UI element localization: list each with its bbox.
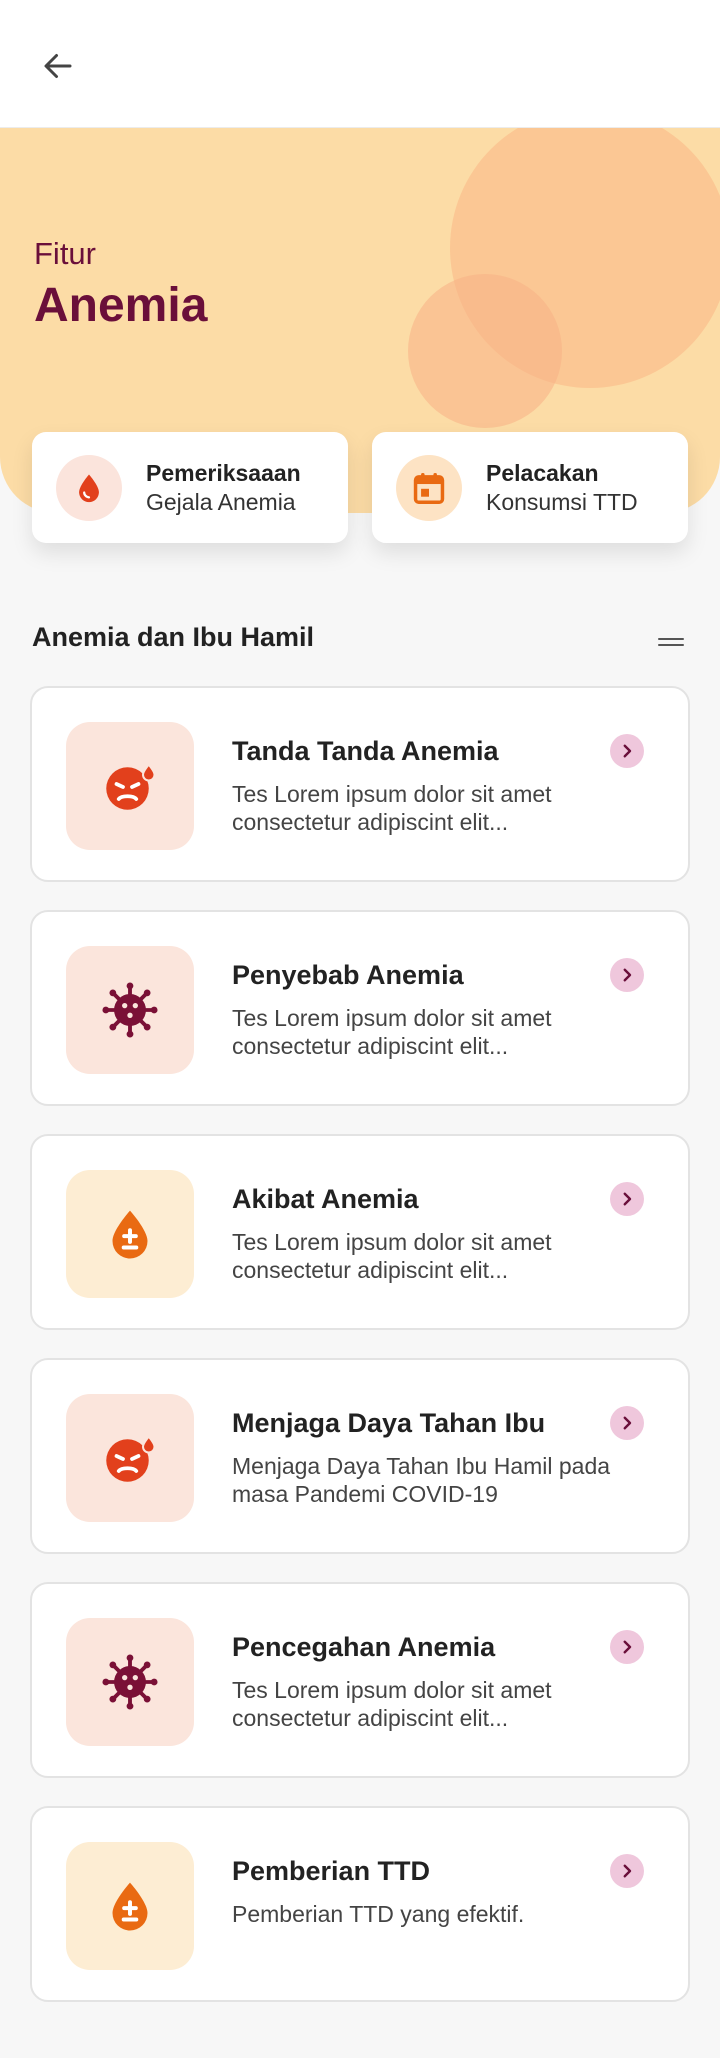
virus-icon — [102, 1654, 158, 1710]
back-button[interactable] — [30, 38, 86, 94]
chevron-right-icon — [623, 1416, 632, 1430]
chevron-right-icon — [623, 1864, 632, 1878]
hero-subtitle: Fitur — [34, 236, 96, 271]
list-item-tanda-anemia[interactable]: Tanda Tanda Anemia Tes Lorem ipsum dolor… — [30, 686, 690, 882]
section-title: Anemia dan Ibu Hamil — [32, 622, 315, 652]
sick-face-icon — [106, 763, 156, 810]
item-description: Pemberian TTD yang efektif. — [232, 1901, 525, 1927]
top-app-bar — [0, 0, 720, 128]
item-description: Tes Lorem ipsum dolor sit amet consectet… — [232, 781, 552, 835]
feature-card-pelacakan[interactable]: Pelacakan Konsumsi TTD — [372, 432, 688, 543]
menu-icon[interactable] — [658, 630, 684, 654]
chevron-right-button[interactable] — [610, 1630, 644, 1664]
item-title: Penyebab Anemia — [232, 960, 464, 990]
list-item-pencegahan-anemia[interactable]: Pencegahan Anemia Tes Lorem ipsum dolor … — [30, 1582, 690, 1778]
feature-card-pemeriksaan[interactable]: Pemeriksaaan Gejala Anemia — [32, 432, 348, 543]
feature-subtitle: Konsumsi TTD — [486, 488, 638, 515]
item-icon-badge — [66, 1618, 194, 1746]
feature-subtitle: Gejala Anemia — [146, 488, 296, 515]
list-item-penyebab-anemia[interactable]: Penyebab Anemia Tes Lorem ipsum dolor si… — [30, 910, 690, 1106]
feature-icon-badge — [396, 454, 462, 521]
decorative-circle — [408, 274, 562, 428]
feature-title: Pelacakan — [486, 459, 599, 486]
chevron-right-icon — [623, 1640, 632, 1654]
feature-icon-badge — [56, 454, 122, 521]
item-description: Tes Lorem ipsum dolor sit amet consectet… — [232, 1677, 552, 1731]
chevron-right-button[interactable] — [610, 1406, 644, 1440]
chevron-right-button[interactable] — [610, 734, 644, 768]
item-icon-badge — [66, 946, 194, 1074]
item-icon-badge — [66, 1170, 194, 1298]
list-item-pemberian-ttd[interactable]: Pemberian TTD Pemberian TTD yang efektif… — [30, 1806, 690, 2002]
item-description: Tes Lorem ipsum dolor sit amet consectet… — [232, 1229, 552, 1283]
calendar-icon — [413, 472, 445, 504]
item-icon-badge — [66, 722, 194, 850]
item-description: Tes Lorem ipsum dolor sit amet consectet… — [232, 1005, 552, 1059]
virus-icon — [102, 982, 158, 1038]
chevron-right-button[interactable] — [610, 958, 644, 992]
sick-face-icon — [106, 1435, 156, 1482]
item-title: Pemberian TTD — [232, 1856, 431, 1886]
chevron-right-button[interactable] — [610, 1182, 644, 1216]
item-description: Menjaga Daya Tahan Ibu Hamil pada masa P… — [232, 1453, 611, 1507]
arrow-left-icon — [44, 54, 72, 78]
item-title: Menjaga Daya Tahan Ibu — [232, 1408, 546, 1438]
blood-drop-icon — [79, 474, 99, 502]
chevron-right-icon — [623, 744, 632, 758]
item-icon-badge — [66, 1394, 194, 1522]
item-title: Tanda Tanda Anemia — [232, 736, 499, 766]
feature-title: Pemeriksaaan — [146, 459, 301, 486]
chevron-right-button[interactable] — [610, 1854, 644, 1888]
blood-drop-plus-minus-icon — [112, 1882, 148, 1931]
item-icon-badge — [66, 1842, 194, 1970]
item-title: Akibat Anemia — [232, 1184, 419, 1214]
item-title: Pencegahan Anemia — [232, 1632, 496, 1662]
list-item-menjaga-daya-tahan[interactable]: Menjaga Daya Tahan Ibu Menjaga Daya Taha… — [30, 1358, 690, 1554]
list-item-akibat-anemia[interactable]: Akibat Anemia Tes Lorem ipsum dolor sit … — [30, 1134, 690, 1330]
blood-drop-plus-minus-icon — [112, 1210, 148, 1259]
page-title: Anemia — [34, 279, 208, 332]
chevron-right-icon — [623, 968, 632, 982]
chevron-right-icon — [623, 1192, 632, 1206]
